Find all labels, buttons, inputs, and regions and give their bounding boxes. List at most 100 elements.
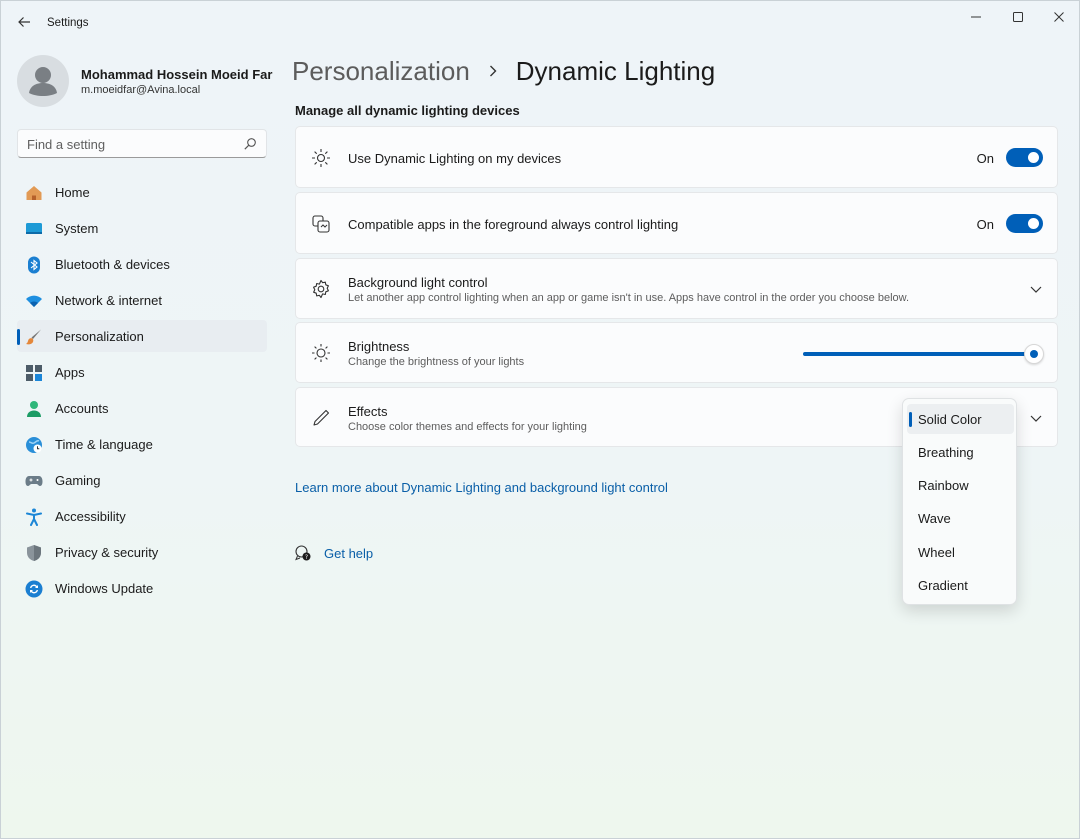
title-bar: Settings <box>1 1 1080 45</box>
sidebar-item-label: Gaming <box>55 473 101 488</box>
breadcrumb: Personalization Dynamic Lighting <box>292 53 715 89</box>
bluetooth-icon <box>28 256 40 274</box>
app-lighting-icon <box>312 215 330 233</box>
brightness-slider-track[interactable] <box>803 352 1032 356</box>
sidebar-item-home[interactable]: Home <box>17 176 267 208</box>
gear-icon <box>313 279 329 299</box>
search-input[interactable]: Find a setting <box>17 129 267 158</box>
search-icon[interactable] <box>243 137 257 151</box>
back-arrow-icon <box>18 17 30 27</box>
sidebar-item-privacy[interactable]: Privacy & security <box>17 536 267 568</box>
avatar <box>17 55 69 107</box>
use-dynamic-lighting-title: Use Dynamic Lighting on my devices <box>348 151 562 166</box>
chevron-down-icon[interactable] <box>1028 410 1044 426</box>
effects-title: Effects <box>348 404 388 419</box>
home-icon <box>26 186 42 200</box>
brightness-desc: Change the brightness of your lights <box>348 356 525 368</box>
toggle-state-label: On <box>976 217 994 232</box>
breadcrumb-parent[interactable]: Personalization <box>292 56 470 87</box>
dropdown-option-label: Breathing <box>918 445 974 460</box>
sidebar-item-label: Accessibility <box>55 509 126 524</box>
sidebar-item-label: Personalization <box>55 329 144 344</box>
use-dynamic-lighting-card: Use Dynamic Lighting on my devices On <box>295 126 1058 188</box>
sidebar-item-label: Privacy & security <box>55 545 159 560</box>
pen-icon <box>313 409 330 426</box>
dropdown-option-gradient[interactable]: Gradient <box>907 570 1014 600</box>
sidebar-item-system[interactable]: System <box>17 212 267 244</box>
section-title: Manage all dynamic lighting devices <box>295 103 520 118</box>
profile-name: Mohammad Hossein Moeid Far <box>81 67 273 82</box>
minimize-icon <box>971 16 981 18</box>
effects-desc: Choose color themes and effects for your… <box>348 421 587 433</box>
sidebar-item-windows-update[interactable]: Windows Update <box>17 572 267 604</box>
dropdown-option-label: Wheel <box>918 545 955 560</box>
dynamic-lighting-icon <box>312 149 330 167</box>
sidebar-item-bluetooth[interactable]: Bluetooth & devices <box>17 248 267 280</box>
dropdown-option-label: Rainbow <box>918 478 969 493</box>
app-title: Settings <box>47 17 89 29</box>
compatible-apps-title: Compatible apps in the foreground always… <box>348 217 679 232</box>
close-button[interactable] <box>1039 5 1079 29</box>
sidebar-nav: Home System Bluetooth & devices Network … <box>17 176 267 608</box>
globe-icon <box>26 437 42 453</box>
brush-icon <box>26 329 41 345</box>
toggle-state-label: On <box>976 151 994 166</box>
use-dynamic-lighting-toggle[interactable] <box>1006 148 1043 167</box>
sidebar-item-network[interactable]: Network & internet <box>17 284 267 316</box>
breadcrumb-separator <box>478 61 508 81</box>
dropdown-option-label: Wave <box>918 511 951 526</box>
sidebar-item-label: Apps <box>55 365 85 380</box>
sidebar-item-accounts[interactable]: Accounts <box>17 392 267 424</box>
sidebar-item-personalization[interactable]: Personalization <box>17 320 267 352</box>
search-placeholder: Find a setting <box>27 137 106 152</box>
sidebar-item-label: Bluetooth & devices <box>55 257 170 272</box>
sidebar-item-label: Windows Update <box>55 581 154 596</box>
dropdown-option-wave[interactable]: Wave <box>907 503 1014 533</box>
maximize-button[interactable] <box>998 5 1038 29</box>
compatible-apps-toggle[interactable] <box>1006 214 1043 233</box>
wifi-icon <box>26 295 42 307</box>
brightness-card: Brightness Change the brightness of your… <box>295 322 1058 383</box>
dropdown-option-label: Solid Color <box>918 412 982 427</box>
chevron-right-icon <box>489 65 497 77</box>
update-icon <box>25 580 43 598</box>
background-light-control-title: Background light control <box>348 275 488 290</box>
help-chat-icon: ? <box>295 545 311 561</box>
learn-more-link[interactable]: Learn more about Dynamic Lighting and ba… <box>295 480 668 495</box>
back-button[interactable] <box>13 11 35 33</box>
system-icon <box>26 223 42 234</box>
sidebar-item-label: System <box>55 221 99 236</box>
sidebar-item-time-language[interactable]: Time & language <box>17 428 267 460</box>
dropdown-option-rainbow[interactable]: Rainbow <box>907 470 1014 500</box>
gamepad-icon <box>25 476 43 486</box>
sidebar-item-label: Network & internet <box>55 293 162 308</box>
user-avatar-icon <box>29 67 57 96</box>
dropdown-option-solid-color[interactable]: Solid Color <box>907 404 1014 434</box>
sidebar-item-apps[interactable]: Apps <box>17 356 267 388</box>
brightness-icon <box>312 344 330 362</box>
accounts-icon <box>27 401 41 417</box>
background-light-control-card[interactable]: Background light control Let another app… <box>295 258 1058 319</box>
compatible-apps-card: Compatible apps in the foreground always… <box>295 192 1058 254</box>
shield-icon <box>27 545 41 561</box>
chevron-down-icon[interactable] <box>1028 281 1044 297</box>
maximize-icon <box>1013 12 1023 22</box>
effects-dropdown: Solid Color Breathing Rainbow Wave Wheel… <box>902 398 1017 605</box>
brightness-slider-thumb[interactable] <box>1024 344 1044 364</box>
dropdown-option-breathing[interactable]: Breathing <box>907 437 1014 467</box>
page-title: Dynamic Lighting <box>515 55 716 86</box>
apps-icon <box>26 365 42 381</box>
background-light-control-desc: Let another app control lighting when an… <box>348 292 910 304</box>
sidebar-item-accessibility[interactable]: Accessibility <box>17 500 267 532</box>
sidebar-item-gaming[interactable]: Gaming <box>17 464 267 496</box>
dropdown-option-wheel[interactable]: Wheel <box>907 537 1014 567</box>
profile-email: m.moeidfar@Avina.local <box>81 84 201 96</box>
accessibility-icon <box>26 508 42 526</box>
sidebar-item-label: Home <box>55 185 90 200</box>
close-icon <box>1054 12 1064 22</box>
sidebar-item-label: Accounts <box>55 401 109 416</box>
svg-text:?: ? <box>305 554 308 561</box>
minimize-button[interactable] <box>956 5 996 29</box>
get-help-label: Get help <box>324 546 374 561</box>
user-profile[interactable]: Mohammad Hossein Moeid Far m.moeidfar@Av… <box>17 53 272 109</box>
